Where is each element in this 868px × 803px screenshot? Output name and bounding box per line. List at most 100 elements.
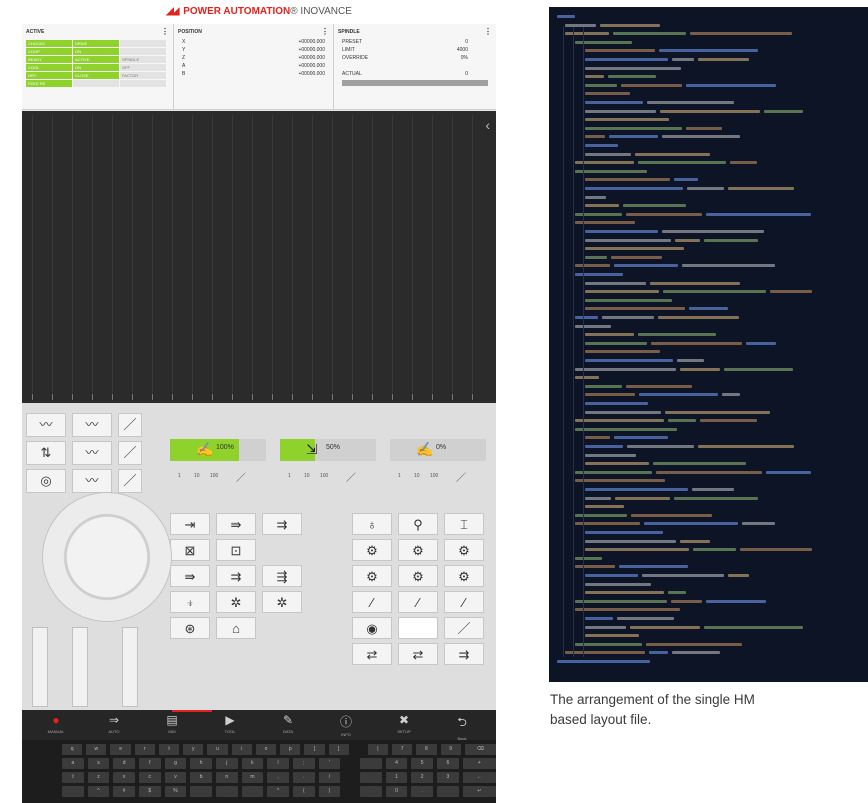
step-label[interactable]: 10 — [414, 473, 420, 479]
step-label[interactable]: 1 — [288, 473, 291, 479]
step-label[interactable]: 100 — [210, 473, 218, 479]
step-label[interactable]: 100 — [430, 473, 438, 479]
key[interactable]: d — [113, 758, 135, 769]
key[interactable]: 9 — [440, 744, 461, 755]
func-cool-button[interactable]: ✲ — [216, 591, 256, 613]
key[interactable]: o — [255, 744, 277, 755]
key[interactable]: | — [367, 744, 389, 755]
key[interactable]: y — [183, 744, 204, 755]
nav-manual[interactable]: ● MANUAL — [30, 710, 82, 740]
func-retract-button[interactable]: ⇶ — [262, 565, 302, 587]
key[interactable]: q — [62, 744, 83, 755]
key[interactable]: . — [411, 786, 433, 797]
key[interactable]: x — [113, 772, 135, 783]
key[interactable]: c — [138, 772, 161, 783]
func-cool2-button[interactable]: ✲ — [262, 591, 302, 613]
override-feed[interactable]: ✍ 100% — [170, 439, 266, 461]
key[interactable]: ⇧ — [62, 772, 84, 783]
nav-auto[interactable]: ⇒ AUTO — [88, 710, 140, 740]
key[interactable] — [241, 786, 264, 797]
sp-a-button[interactable]: ⚙ — [352, 565, 392, 587]
sp-cool-a-button[interactable]: ⁄ — [352, 591, 392, 613]
func-ref-button[interactable]: ⊛ — [170, 617, 210, 639]
nav-setup[interactable]: ✖ SETUP — [378, 710, 430, 740]
chevron-left-icon[interactable]: ‹ — [485, 117, 490, 133]
sp-clamp-button[interactable]: ♁ — [352, 513, 392, 535]
key[interactable]: j — [215, 758, 238, 769]
sp-run-b-button[interactable]: ⇄ — [398, 643, 438, 665]
nav-back[interactable]: ⮌ Back — [436, 710, 488, 741]
key[interactable]: 7 — [392, 744, 413, 755]
override-rapid[interactable]: ⇲ 50% — [280, 439, 376, 461]
step-label[interactable]: 1 — [398, 473, 401, 479]
func-restart-button[interactable]: ⇉ — [216, 565, 256, 587]
sp-b-button[interactable]: ⚙ — [398, 565, 438, 587]
jog-axis-button[interactable]: ⇅ — [26, 441, 66, 465]
jog-edit-button[interactable]: ／ — [118, 413, 142, 437]
pencil-icon[interactable]: ／ — [456, 469, 466, 484]
key[interactable]: 3 — [437, 772, 459, 783]
sp-run-c-button[interactable]: ⇉ — [444, 643, 484, 665]
key[interactable] — [190, 786, 212, 797]
sp-ref-button[interactable]: ◉ — [352, 617, 392, 639]
key[interactable]: 8 — [416, 744, 437, 755]
key[interactable]: ← — [462, 772, 496, 783]
func-home-button[interactable]: ⌂ — [216, 617, 256, 639]
key[interactable]: p — [280, 744, 301, 755]
key[interactable]: ( — [292, 786, 315, 797]
sp-cool-b-button[interactable]: ⁄ — [398, 591, 438, 613]
active-menu-icon[interactable]: ⋮ — [161, 27, 169, 36]
sp-tool-button[interactable]: ⚲ — [398, 513, 438, 535]
key[interactable]: e — [110, 744, 131, 755]
func-dryrun-button[interactable]: ⊡ — [216, 539, 256, 561]
sp-stop-button[interactable]: ⚙ — [398, 539, 438, 561]
key[interactable]: ^ — [87, 786, 110, 797]
key[interactable]: 0 — [385, 786, 408, 797]
sp-ccw-button[interactable]: ⚙ — [444, 539, 484, 561]
nav-tool[interactable]: ▶ TOOL — [204, 710, 256, 740]
func-single-button[interactable]: ⇛ — [170, 565, 210, 587]
key[interactable]: 1 — [385, 772, 408, 783]
jog-step-button[interactable]: 〰 — [72, 413, 112, 437]
key[interactable]: s — [87, 758, 110, 769]
key[interactable]: [ — [304, 744, 325, 755]
key[interactable]: * — [267, 786, 289, 797]
key[interactable]: k — [241, 758, 264, 769]
key[interactable]: / — [318, 772, 341, 783]
jog-continuous-button[interactable]: 〰 — [26, 413, 66, 437]
key[interactable]: i — [231, 744, 252, 755]
rapid-slider[interactable] — [72, 627, 88, 707]
key[interactable]: ] — [328, 744, 349, 755]
feed-slider[interactable] — [32, 627, 48, 707]
key[interactable]: v — [164, 772, 187, 783]
func-optional-button[interactable]: ⊠ — [170, 539, 210, 561]
key[interactable]: 5 — [411, 758, 433, 769]
key[interactable]: % — [164, 786, 187, 797]
key[interactable]: b — [190, 772, 212, 783]
spindle-slider[interactable] — [122, 627, 138, 707]
key[interactable]: . — [292, 772, 315, 783]
key[interactable]: a — [62, 758, 84, 769]
key[interactable]: f — [138, 758, 161, 769]
spindle-menu-icon[interactable]: ⋮ — [484, 27, 492, 36]
key[interactable]: u — [207, 744, 228, 755]
key[interactable] — [360, 772, 382, 783]
nav-mdi[interactable]: ▤ MDI — [146, 710, 198, 740]
key[interactable]: ⌫ — [464, 744, 496, 755]
sp-edit-button[interactable]: ／ — [444, 617, 484, 639]
key[interactable]: ↵ — [462, 786, 496, 797]
sp-run-a-button[interactable]: ⇄ — [352, 643, 392, 665]
func-skip-button[interactable]: ⇉ — [262, 513, 302, 535]
jog-step3-button[interactable]: 〰 — [72, 469, 112, 493]
step-label[interactable]: 10 — [304, 473, 310, 479]
override-spindle[interactable]: ✍ 0% — [390, 439, 486, 461]
key[interactable]: g — [164, 758, 187, 769]
func-cycle-button[interactable]: ⇥ — [170, 513, 210, 535]
sp-cw-button[interactable]: ⚙ — [352, 539, 392, 561]
key[interactable]: l — [267, 758, 289, 769]
func-block-button[interactable]: ⇛ — [216, 513, 256, 535]
key[interactable] — [215, 786, 238, 797]
position-menu-icon[interactable]: ⋮ — [321, 27, 329, 36]
key[interactable]: , — [267, 772, 289, 783]
pencil-icon[interactable]: ／ — [236, 469, 246, 484]
